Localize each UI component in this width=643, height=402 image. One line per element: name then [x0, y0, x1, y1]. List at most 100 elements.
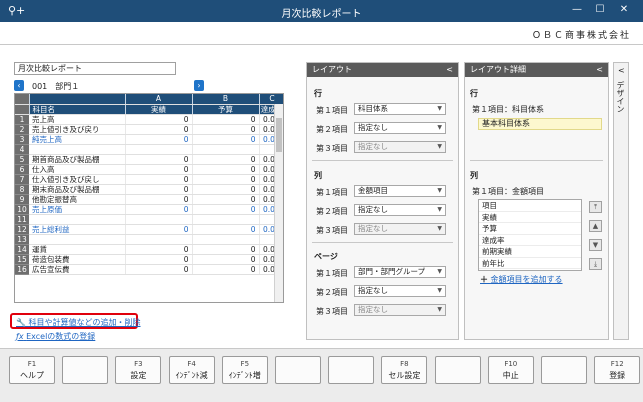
list-item[interactable]: 達成率 [479, 235, 581, 246]
col-letter-b[interactable]: B [192, 94, 260, 105]
collapse-left-icon[interactable]: < [446, 63, 453, 77]
cell-actual[interactable]: 0 [124, 164, 192, 175]
cell-actual[interactable] [124, 234, 192, 245]
cell-account-name[interactable]: 純売上高 [29, 134, 125, 145]
cell-actual[interactable]: 0 [124, 124, 192, 135]
cell-actual[interactable] [124, 144, 192, 155]
list-item[interactable]: 予算 [479, 223, 581, 235]
row-number[interactable]: 13 [15, 234, 29, 245]
function-key-1[interactable]: F1 ヘルプ [9, 356, 55, 384]
row-number[interactable]: 11 [15, 214, 29, 225]
report-name-input[interactable] [14, 62, 176, 75]
cell-budget[interactable]: 0 [191, 174, 259, 185]
cell-account-name[interactable]: 仕入高 [29, 164, 125, 175]
list-item[interactable]: 項目 [479, 200, 581, 212]
cell-actual[interactable]: 0 [124, 204, 192, 215]
layout-row-item2-select[interactable]: 指定なし ▼ [354, 122, 446, 134]
table-row[interactable]: 5 期首商品及び製品棚 0 0 0.0% [15, 154, 283, 165]
move-top-button[interactable]: ⤒ [589, 201, 602, 213]
maximize-button[interactable]: ☐ [592, 3, 608, 17]
minimize-button[interactable]: — [569, 3, 585, 17]
cell-account-name[interactable] [29, 144, 125, 155]
cell-account-name[interactable]: 売上総利益 [29, 224, 125, 235]
function-key-4[interactable]: F4 ｲﾝﾃﾞﾝﾄ減 [168, 356, 215, 384]
cell-account-name[interactable]: 売上高 [29, 114, 125, 125]
add-items-link[interactable]: 🔧 科目や計算値などの追加・削除 [16, 317, 141, 328]
header-budget[interactable]: 予算 [192, 104, 260, 115]
cell-actual[interactable]: 0 [124, 194, 192, 205]
table-row[interactable]: 8 期末商品及び製品棚 0 0 0.0% [15, 184, 283, 195]
cell-actual[interactable]: 0 [124, 254, 192, 265]
cell-budget[interactable] [191, 214, 259, 225]
cell-budget[interactable]: 0 [191, 224, 259, 235]
close-button[interactable]: ✕ [616, 3, 632, 17]
next-department-button[interactable]: › [194, 80, 204, 91]
function-key-6[interactable] [275, 356, 321, 384]
cell-actual[interactable] [124, 214, 192, 225]
detail-row-item-value[interactable]: 基本科目体系 [478, 118, 602, 130]
cell-account-name[interactable]: 広告宣伝費 [29, 264, 125, 275]
cell-account-name[interactable]: 荷造包装費 [29, 254, 125, 265]
cell-budget[interactable]: 0 [191, 154, 259, 165]
table-row[interactable]: 1 売上高 0 0 0.0% [15, 114, 283, 125]
row-number[interactable]: 4 [15, 144, 29, 155]
cell-budget[interactable]: 0 [191, 124, 259, 135]
function-key-2[interactable] [62, 356, 109, 384]
row-number[interactable]: 6 [15, 164, 29, 175]
cell-budget[interactable]: 0 [191, 264, 259, 275]
grid-vertical-scrollbar[interactable] [274, 104, 283, 302]
table-row[interactable]: 15 荷造包装費 0 0 0.0% [15, 254, 283, 265]
function-key-12[interactable]: F12 登録 [594, 356, 641, 384]
cell-actual[interactable]: 0 [124, 184, 192, 195]
row-number[interactable]: 15 [15, 254, 29, 265]
excel-formula-link[interactable]: ƒx Excelの数式の登録 [16, 331, 95, 342]
cell-actual[interactable]: 0 [124, 244, 192, 255]
cell-budget[interactable]: 0 [191, 254, 259, 265]
row-number[interactable]: 7 [15, 174, 29, 185]
header-actual[interactable]: 実績 [125, 104, 193, 115]
collapse-left-icon[interactable]: < [596, 63, 603, 77]
cell-account-name[interactable]: 売上値引き及び戻り [29, 124, 125, 135]
table-row[interactable]: 3 純売上高 0 0 0.0% [15, 134, 283, 145]
cell-budget[interactable] [191, 234, 259, 245]
function-key-7[interactable] [328, 356, 375, 384]
cell-actual[interactable]: 0 [124, 224, 192, 235]
cell-account-name[interactable]: 仕入値引き及び戻し [29, 174, 125, 185]
function-key-3[interactable]: F3 設定 [115, 356, 162, 384]
header-account-name[interactable]: 科目名 [29, 104, 126, 115]
cell-budget[interactable]: 0 [191, 134, 259, 145]
cell-budget[interactable]: 0 [191, 184, 259, 195]
row-number[interactable]: 16 [15, 264, 29, 275]
cell-actual[interactable]: 0 [124, 154, 192, 165]
cell-account-name[interactable]: 他勘定振替高 [29, 194, 125, 205]
cell-actual[interactable]: 0 [124, 174, 192, 185]
cell-budget[interactable]: 0 [191, 114, 259, 125]
row-number[interactable]: 10 [15, 204, 29, 215]
table-row[interactable]: 10 売上原価 0 0 0.0% [15, 204, 283, 215]
design-tab[interactable]: < デザイン [613, 62, 629, 340]
report-grid[interactable]: A B C 科目名 実績 予算 達成率 1 売上高 0 0 0.0% 2 売上値引き及び戻り… [14, 93, 284, 303]
table-row[interactable]: 9 他勘定振替高 0 0 0.0% [15, 194, 283, 205]
function-key-11[interactable] [541, 356, 587, 384]
row-number[interactable]: 1 [15, 114, 29, 125]
layout-row-item1-select[interactable]: 科目体系 ▼ [354, 103, 446, 115]
col-letter-a[interactable]: A [125, 94, 193, 105]
row-number[interactable]: 2 [15, 124, 29, 135]
cell-budget[interactable]: 0 [191, 194, 259, 205]
row-number[interactable]: 12 [15, 224, 29, 235]
function-key-9[interactable] [434, 356, 481, 384]
cell-account-name[interactable] [29, 234, 125, 245]
list-item[interactable]: 前年比 [479, 258, 581, 269]
table-row[interactable]: 11 [15, 214, 283, 225]
cell-actual[interactable]: 0 [124, 114, 192, 125]
table-row[interactable]: 7 仕入値引き及び戻し 0 0 0.0% [15, 174, 283, 185]
cell-actual[interactable]: 0 [124, 264, 192, 275]
prev-department-button[interactable]: ‹ [14, 80, 24, 91]
layout-col-item1-select[interactable]: 金額項目 ▼ [354, 185, 446, 197]
row-number[interactable]: 9 [15, 194, 29, 205]
move-down-button[interactable]: ▼ [589, 239, 602, 251]
row-number[interactable]: 8 [15, 184, 29, 195]
layout-col-item2-select[interactable]: 指定なし ▼ [354, 204, 446, 216]
table-row[interactable]: 13 [15, 234, 283, 245]
layout-page-item2-select[interactable]: 指定なし ▼ [354, 285, 446, 297]
